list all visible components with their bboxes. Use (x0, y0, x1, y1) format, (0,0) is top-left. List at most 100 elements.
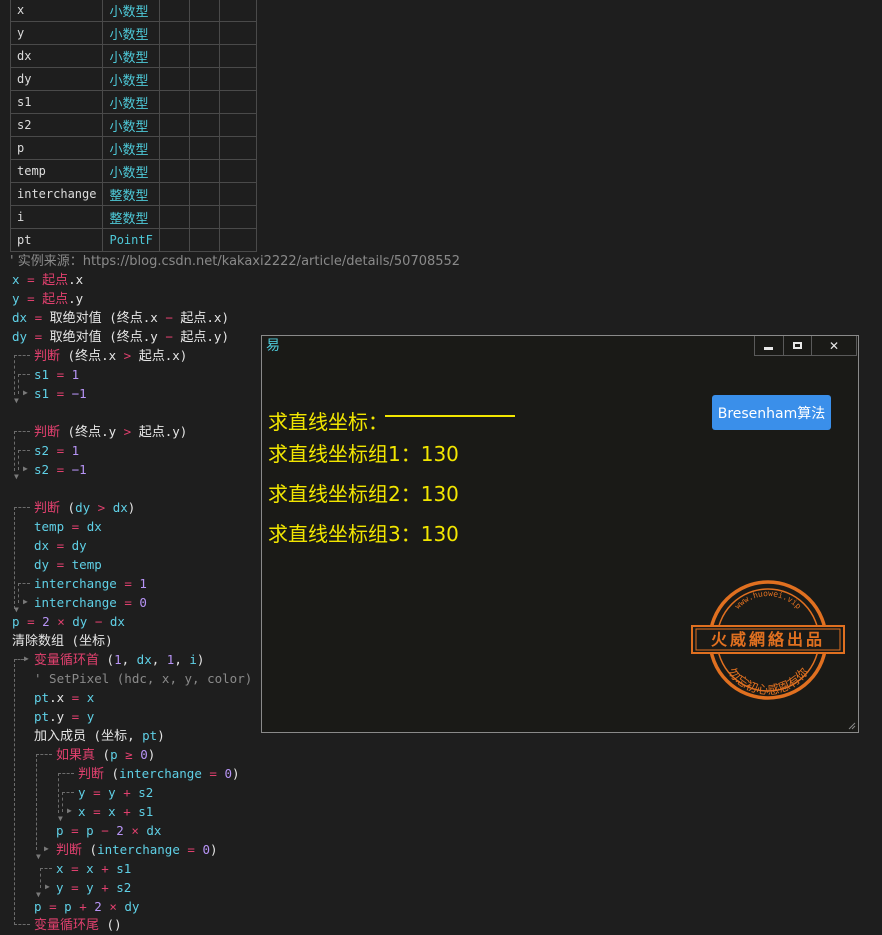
code-line-dx-dy[interactable]: dx = dy (34, 536, 87, 555)
minimize-icon[interactable] (755, 336, 783, 355)
code-line-p-init[interactable]: p = 2 × dy − dx (12, 612, 125, 631)
code-line-loop-end[interactable]: 变量循环尾 () (34, 915, 122, 934)
var-type-cell[interactable]: 小数型 (102, 159, 160, 183)
table-row[interactable]: temp 小数型 (9, 159, 257, 183)
var-name-cell[interactable]: y (9, 21, 104, 45)
code-line-y-assign[interactable]: y = 起点.y (12, 289, 83, 308)
empty-cell[interactable] (158, 67, 190, 91)
empty-cell[interactable] (218, 228, 257, 252)
empty-cell[interactable] (158, 136, 190, 160)
var-name-cell[interactable]: temp (9, 159, 104, 183)
code-line-add-member[interactable]: 加入成员 (坐标, pt) (34, 726, 165, 745)
table-row[interactable]: p 小数型 (9, 136, 257, 160)
var-type-cell[interactable]: 小数型 (102, 0, 160, 22)
table-row[interactable]: interchange 整数型 (9, 182, 257, 206)
empty-cell[interactable] (188, 67, 220, 91)
table-row[interactable]: x 小数型 (9, 0, 257, 22)
code-line-interchange-1[interactable]: interchange = 1 (34, 574, 147, 593)
var-type-cell[interactable]: 整数型 (102, 182, 160, 206)
code-line-dy-assign[interactable]: dy = 取绝对值 (终点.y − 起点.y) (12, 327, 229, 346)
empty-cell[interactable] (188, 205, 220, 229)
code-line-x-plus-s1[interactable]: x = x + s1 (56, 859, 131, 878)
empty-cell[interactable] (158, 90, 190, 114)
empty-cell[interactable] (218, 67, 257, 91)
preview-window[interactable]: 易 ✕ 求直线坐标： 求直线坐标组1：130 求直线坐标组2：130 求直线坐标… (261, 335, 859, 733)
code-line-loop-start[interactable]: 变量循环首 (1, dx, 1, i) (34, 650, 204, 669)
empty-cell[interactable] (218, 90, 257, 114)
code-line-p-minus[interactable]: p = p − 2 × dx (56, 821, 161, 840)
code-line-setpixel-comment[interactable]: ' SetPixel (hdc, x, y, color) (34, 669, 252, 688)
code-line-temp[interactable]: temp = dx (34, 517, 102, 536)
code-line-dx-assign[interactable]: dx = 取绝对值 (终点.x − 起点.x) (12, 308, 229, 327)
empty-cell[interactable] (188, 228, 220, 252)
empty-cell[interactable] (188, 136, 220, 160)
table-row[interactable]: y 小数型 (9, 21, 257, 45)
empty-cell[interactable] (158, 159, 190, 183)
empty-cell[interactable] (218, 44, 257, 68)
var-type-cell[interactable]: PointF (102, 228, 160, 252)
code-line-x-s1[interactable]: x = x + s1 (78, 802, 153, 821)
empty-cell[interactable] (188, 0, 220, 22)
empty-cell[interactable] (188, 44, 220, 68)
code-line-y-s2[interactable]: y = y + s2 (78, 783, 153, 802)
empty-cell[interactable] (158, 182, 190, 206)
var-type-cell[interactable]: 小数型 (102, 136, 160, 160)
code-line-judge-interchange-2[interactable]: 判断 (interchange = 0) (56, 840, 218, 859)
code-line-ptx[interactable]: pt.x = x (34, 688, 94, 707)
empty-cell[interactable] (218, 182, 257, 206)
table-row[interactable]: s2 小数型 (9, 113, 257, 137)
var-type-cell[interactable]: 小数型 (102, 21, 160, 45)
var-name-cell[interactable]: x (9, 0, 104, 22)
code-line-s2-neg[interactable]: s2 = −1 (34, 460, 87, 479)
empty-cell[interactable] (188, 159, 220, 183)
code-line-judge-x[interactable]: 判断 (终点.x > 起点.x) (34, 346, 187, 365)
empty-cell[interactable] (158, 21, 190, 45)
code-line-clear-array[interactable]: 清除数组 (坐标) (12, 631, 113, 650)
var-type-cell[interactable]: 小数型 (102, 90, 160, 114)
empty-cell[interactable] (218, 159, 257, 183)
code-line-y-plus-s2[interactable]: y = y + s2 (56, 878, 131, 897)
empty-cell[interactable] (218, 136, 257, 160)
var-type-cell[interactable]: 小数型 (102, 67, 160, 91)
empty-cell[interactable] (158, 113, 190, 137)
code-line-pty[interactable]: pt.y = y (34, 707, 94, 726)
var-name-cell[interactable]: dy (9, 67, 104, 91)
empty-cell[interactable] (158, 44, 190, 68)
code-line-interchange-0[interactable]: interchange = 0 (34, 593, 147, 612)
var-type-cell[interactable]: 小数型 (102, 113, 160, 137)
table-row[interactable]: i 整数型 (9, 205, 257, 229)
empty-cell[interactable] (158, 0, 190, 22)
var-name-cell[interactable]: s1 (9, 90, 104, 114)
table-row[interactable]: dy 小数型 (9, 67, 257, 91)
code-line-if-p[interactable]: 如果真 (p ≥ 0) (56, 745, 155, 764)
empty-cell[interactable] (218, 21, 257, 45)
code-line-x-assign[interactable]: x = 起点.x (12, 270, 83, 289)
maximize-icon[interactable] (782, 336, 812, 355)
empty-cell[interactable] (188, 113, 220, 137)
resize-grip-icon[interactable] (846, 720, 856, 730)
var-name-cell[interactable]: p (9, 136, 104, 160)
code-line-judge-dy[interactable]: 判断 (dy > dx) (34, 498, 135, 517)
code-line-judge-interchange[interactable]: 判断 (interchange = 0) (78, 764, 240, 783)
empty-cell[interactable] (218, 205, 257, 229)
table-row[interactable]: s1 小数型 (9, 90, 257, 114)
empty-cell[interactable] (218, 0, 257, 22)
empty-cell[interactable] (188, 21, 220, 45)
code-line-dy-temp[interactable]: dy = temp (34, 555, 102, 574)
empty-cell[interactable] (158, 228, 190, 252)
var-name-cell[interactable]: s2 (9, 113, 104, 137)
empty-cell[interactable] (158, 205, 190, 229)
code-line-judge-y[interactable]: 判断 (终点.y > 起点.y) (34, 422, 187, 441)
close-icon[interactable]: ✕ (811, 336, 856, 355)
code-line-s2-pos[interactable]: s2 = 1 (34, 441, 79, 460)
window-titlebar[interactable]: 易 ✕ (262, 336, 858, 358)
empty-cell[interactable] (188, 90, 220, 114)
code-line-s1-pos[interactable]: s1 = 1 (34, 365, 79, 384)
var-type-cell[interactable]: 小数型 (102, 44, 160, 68)
var-name-cell[interactable]: dx (9, 44, 104, 68)
var-name-cell[interactable]: i (9, 205, 104, 229)
table-row[interactable]: dx 小数型 (9, 44, 257, 68)
code-line-p-plus[interactable]: p = p + 2 × dy (34, 897, 139, 916)
empty-cell[interactable] (188, 182, 220, 206)
var-name-cell[interactable]: pt (9, 228, 104, 252)
